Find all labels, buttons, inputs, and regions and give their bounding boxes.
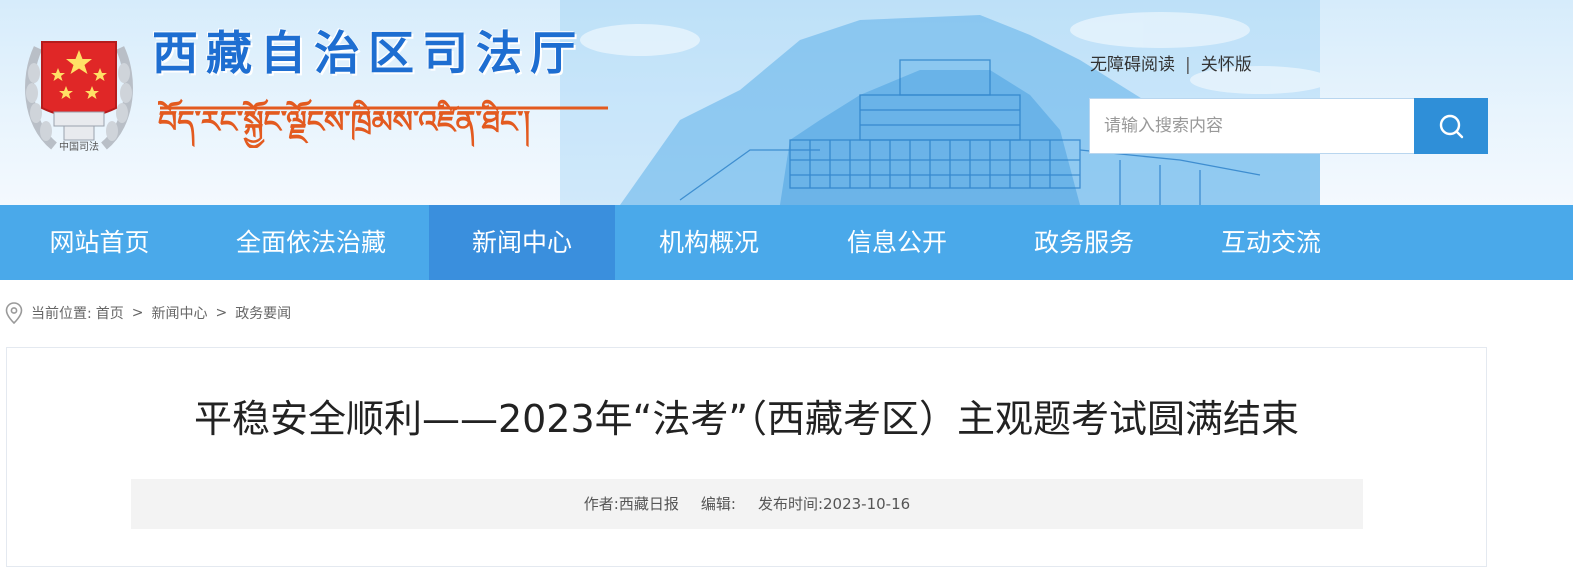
search-icon bbox=[1439, 114, 1464, 139]
author-value: 西藏日报 bbox=[618, 495, 679, 513]
breadcrumb: 当前位置: 首页 > 新闻中心 > 政务要闻 bbox=[5, 302, 291, 324]
nav-item-home[interactable]: 网站首页 bbox=[0, 205, 199, 280]
article-title: 平稳安全顺利——2023年“法考”（西藏考区）主观题考试圆满结束 bbox=[193, 397, 1300, 441]
breadcrumb-gov-news[interactable]: 政务要闻 bbox=[235, 303, 291, 323]
search-box bbox=[1089, 98, 1488, 154]
tibetan-title-lettering: བོད་རང་སྐྱོང་ལྗོངས་ཁྲིམས་འཛིན་ཐིང་། bbox=[158, 98, 608, 148]
care-mode-link[interactable]: 关怀版 bbox=[1201, 55, 1252, 75]
search-button[interactable] bbox=[1414, 98, 1488, 154]
breadcrumb-separator: > bbox=[215, 305, 228, 321]
breadcrumb-separator: > bbox=[131, 305, 144, 321]
emblem-icon: 中国司法 bbox=[25, 41, 133, 153]
nav-item-interaction[interactable]: 互动交流 bbox=[1177, 205, 1365, 280]
site-title: 西藏自治区司法厅 bbox=[152, 26, 584, 80]
accessibility-link[interactable]: 无障碍阅读 bbox=[1090, 55, 1175, 75]
search-input[interactable] bbox=[1089, 98, 1414, 154]
main-nav: 网站首页 全面依法治藏 新闻中心 机构概况 信息公开 政务服务 互动交流 bbox=[0, 205, 1573, 280]
date-label: 发布时间: bbox=[757, 495, 823, 513]
nav-item-rule-of-law[interactable]: 全面依法治藏 bbox=[199, 205, 423, 280]
article-container bbox=[6, 347, 1487, 567]
top-links: 无障碍阅读 | 关怀版 bbox=[1090, 50, 1252, 75]
publish-date: 2023-10-16 bbox=[823, 495, 911, 513]
location-pin-icon bbox=[5, 302, 23, 324]
nav-item-organization[interactable]: 机构概况 bbox=[615, 205, 803, 280]
breadcrumb-home[interactable]: 首页 bbox=[96, 303, 124, 323]
svg-text:བོད་རང་སྐྱོང་ལྗོངས་ཁྲིམས་འཛིན་: བོད་རང་སྐྱོང་ལྗོངས་ཁྲིམས་འཛིན་ཐིང་། bbox=[158, 98, 531, 148]
emblem-caption: 中国司法 bbox=[59, 140, 99, 153]
nav-item-news-center[interactable]: 新闻中心 bbox=[429, 205, 615, 280]
breadcrumb-news-center[interactable]: 新闻中心 bbox=[151, 303, 207, 323]
editor-label: 编辑: bbox=[700, 495, 736, 513]
author-label: 作者: bbox=[583, 495, 619, 513]
site-header: 中国司法 西藏自治区司法厅 བོད་རང་སྐྱོང་ལྗོངས་ཁྲིམས་འ… bbox=[0, 0, 1573, 205]
article-meta: 作者:西藏日报 编辑: 发布时间:2023-10-16 bbox=[131, 479, 1363, 529]
breadcrumb-prefix: 当前位置: bbox=[31, 306, 92, 322]
top-links-divider: | bbox=[1185, 55, 1191, 75]
nav-item-info-disclosure[interactable]: 信息公开 bbox=[803, 205, 991, 280]
nav-item-gov-services[interactable]: 政务服务 bbox=[991, 205, 1177, 280]
